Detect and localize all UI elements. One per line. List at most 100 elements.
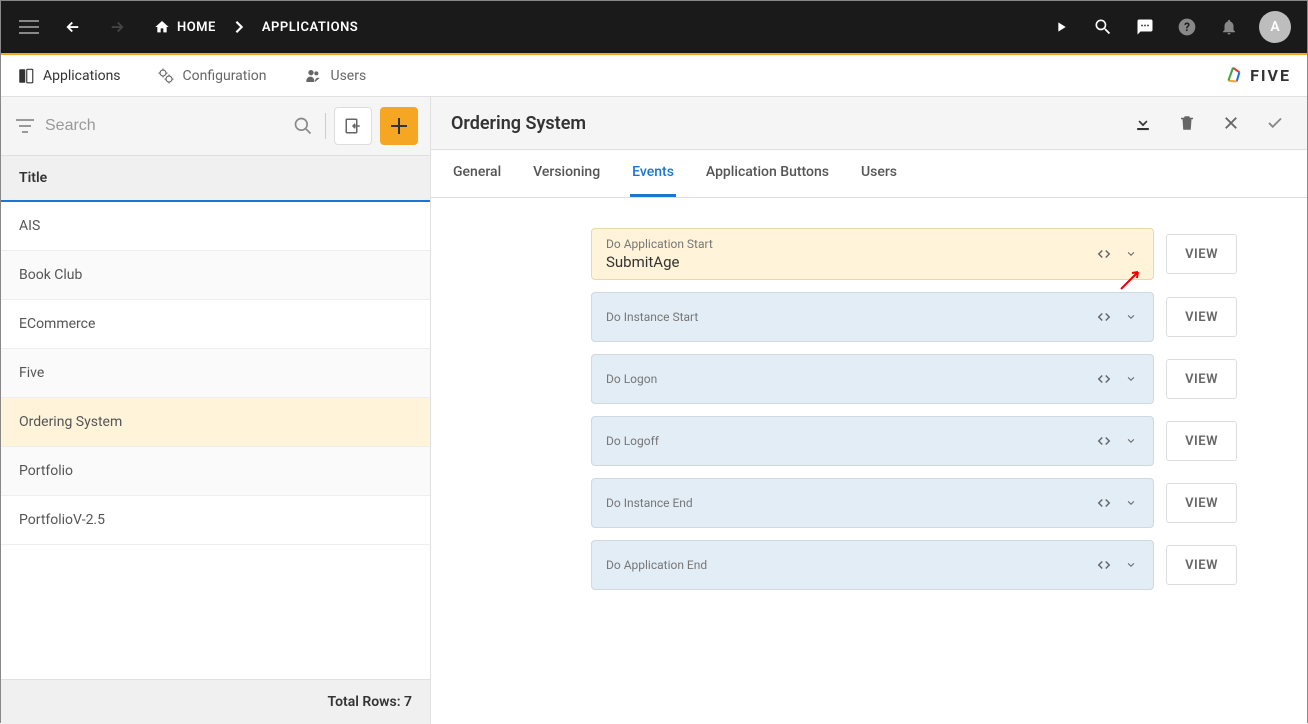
nav-tab-users[interactable]: Users bbox=[303, 68, 367, 84]
tab-events[interactable]: Events bbox=[630, 150, 676, 197]
close-button[interactable] bbox=[1219, 111, 1243, 135]
view-button[interactable]: VIEW bbox=[1166, 234, 1237, 274]
content-header: Ordering System bbox=[431, 97, 1307, 149]
list-item[interactable]: ECommerce bbox=[1, 300, 430, 349]
content-tabs: General Versioning Events Application Bu… bbox=[431, 149, 1307, 198]
page-title: Ordering System bbox=[451, 113, 586, 134]
confirm-button[interactable] bbox=[1263, 111, 1287, 135]
event-label: Do Logoff bbox=[606, 434, 659, 448]
event-row: Do Logon VIEW bbox=[591, 354, 1237, 404]
event-label: Do Logon bbox=[606, 372, 657, 386]
chevron-down-icon[interactable] bbox=[1123, 498, 1139, 508]
breadcrumb-home[interactable]: HOME bbox=[153, 19, 216, 35]
avatar[interactable]: A bbox=[1259, 11, 1291, 43]
filter-icon[interactable] bbox=[13, 114, 37, 138]
event-row: Do Application End VIEW bbox=[591, 540, 1237, 590]
five-logo-icon bbox=[1222, 65, 1244, 87]
chevron-right-icon bbox=[234, 20, 244, 34]
chevron-down-icon[interactable] bbox=[1123, 249, 1139, 259]
chevron-down-icon[interactable] bbox=[1123, 560, 1139, 570]
nav-tab-configuration[interactable]: Configuration bbox=[157, 67, 267, 85]
help-icon[interactable]: ? bbox=[1175, 15, 1199, 39]
list-header[interactable]: Title bbox=[1, 155, 430, 202]
top-left: HOME APPLICATIONS bbox=[9, 7, 358, 47]
event-card-text: Do Logoff bbox=[606, 434, 659, 448]
code-icon[interactable] bbox=[1095, 372, 1113, 386]
list-item[interactable]: PortfolioV-2.5 bbox=[1, 496, 430, 545]
event-row: Do Application Start SubmitAge bbox=[591, 228, 1237, 280]
chat-icon[interactable] bbox=[1133, 15, 1157, 39]
event-card-do-application-end[interactable]: Do Application End bbox=[591, 540, 1154, 590]
event-icons bbox=[1095, 310, 1139, 324]
download-button[interactable] bbox=[1131, 111, 1155, 135]
view-button[interactable]: VIEW bbox=[1166, 359, 1237, 399]
tab-application-buttons[interactable]: Application Buttons bbox=[704, 150, 831, 197]
code-icon[interactable] bbox=[1095, 558, 1113, 572]
event-row: Do Instance Start VIEW bbox=[591, 292, 1237, 342]
applications-icon bbox=[17, 67, 35, 85]
search-row bbox=[1, 97, 430, 155]
event-card-do-logoff[interactable]: Do Logoff bbox=[591, 416, 1154, 466]
home-icon bbox=[153, 19, 171, 35]
event-card-do-instance-end[interactable]: Do Instance End bbox=[591, 478, 1154, 528]
forward-button[interactable] bbox=[97, 7, 137, 47]
event-label: Do Application Start bbox=[606, 237, 713, 251]
tab-general[interactable]: General bbox=[451, 150, 503, 197]
nav-tab-label: Users bbox=[331, 68, 367, 84]
list-item[interactable]: AIS bbox=[1, 202, 430, 251]
code-icon[interactable] bbox=[1095, 496, 1113, 510]
chevron-down-icon[interactable] bbox=[1123, 312, 1139, 322]
code-icon[interactable] bbox=[1095, 310, 1113, 324]
nav-tab-label: Applications bbox=[43, 68, 121, 84]
content-actions bbox=[1131, 111, 1287, 135]
divider bbox=[325, 113, 326, 139]
secondary-nav: Applications Configuration Users FIVE bbox=[1, 55, 1307, 97]
add-button[interactable] bbox=[380, 107, 418, 145]
search-magnify-icon[interactable] bbox=[1091, 15, 1115, 39]
list-item[interactable]: Book Club bbox=[1, 251, 430, 300]
view-button[interactable]: VIEW bbox=[1166, 483, 1237, 523]
tab-users[interactable]: Users bbox=[859, 150, 899, 197]
chevron-down-icon[interactable] bbox=[1123, 374, 1139, 384]
list-item[interactable]: Five bbox=[1, 349, 430, 398]
view-button[interactable]: VIEW bbox=[1166, 297, 1237, 337]
breadcrumb-applications[interactable]: APPLICATIONS bbox=[262, 20, 358, 35]
event-label: Do Application End bbox=[606, 558, 707, 572]
event-label: Do Instance Start bbox=[606, 310, 698, 324]
annotation-arrow-icon bbox=[1118, 266, 1144, 292]
back-button[interactable] bbox=[53, 7, 93, 47]
breadcrumb: HOME APPLICATIONS bbox=[153, 19, 358, 35]
chevron-down-icon[interactable] bbox=[1123, 436, 1139, 446]
event-icons bbox=[1095, 372, 1139, 386]
event-icons bbox=[1095, 247, 1139, 261]
code-icon[interactable] bbox=[1095, 434, 1113, 448]
code-icon[interactable] bbox=[1095, 247, 1113, 261]
top-header: HOME APPLICATIONS ? A bbox=[1, 1, 1307, 55]
import-button[interactable] bbox=[334, 107, 372, 145]
search-icon[interactable] bbox=[289, 112, 317, 140]
event-icons bbox=[1095, 558, 1139, 572]
view-button[interactable]: VIEW bbox=[1166, 545, 1237, 585]
nav-tab-applications[interactable]: Applications bbox=[17, 67, 121, 85]
tab-versioning[interactable]: Versioning bbox=[531, 150, 602, 197]
event-card-do-instance-start[interactable]: Do Instance Start bbox=[591, 292, 1154, 342]
menu-button[interactable] bbox=[9, 7, 49, 47]
nav-tab-label: Configuration bbox=[183, 68, 267, 84]
bell-icon[interactable] bbox=[1217, 15, 1241, 39]
search-input[interactable] bbox=[45, 117, 281, 135]
delete-button[interactable] bbox=[1175, 111, 1199, 135]
event-icons bbox=[1095, 496, 1139, 510]
event-row: Do Logoff VIEW bbox=[591, 416, 1237, 466]
list-item[interactable]: Ordering System bbox=[1, 398, 430, 447]
event-card-text: Do Application End bbox=[606, 558, 707, 572]
list-item[interactable]: Portfolio bbox=[1, 447, 430, 496]
event-card-do-application-start[interactable]: Do Application Start SubmitAge bbox=[591, 228, 1154, 280]
play-button[interactable] bbox=[1049, 15, 1073, 39]
view-button[interactable]: VIEW bbox=[1166, 421, 1237, 461]
event-card-do-logon[interactable]: Do Logon bbox=[591, 354, 1154, 404]
top-right: ? A bbox=[1049, 11, 1299, 43]
brand-logo: FIVE bbox=[1222, 65, 1291, 87]
event-row: Do Instance End VIEW bbox=[591, 478, 1237, 528]
breadcrumb-label: HOME bbox=[177, 20, 216, 35]
event-card-text: Do Logon bbox=[606, 372, 657, 386]
